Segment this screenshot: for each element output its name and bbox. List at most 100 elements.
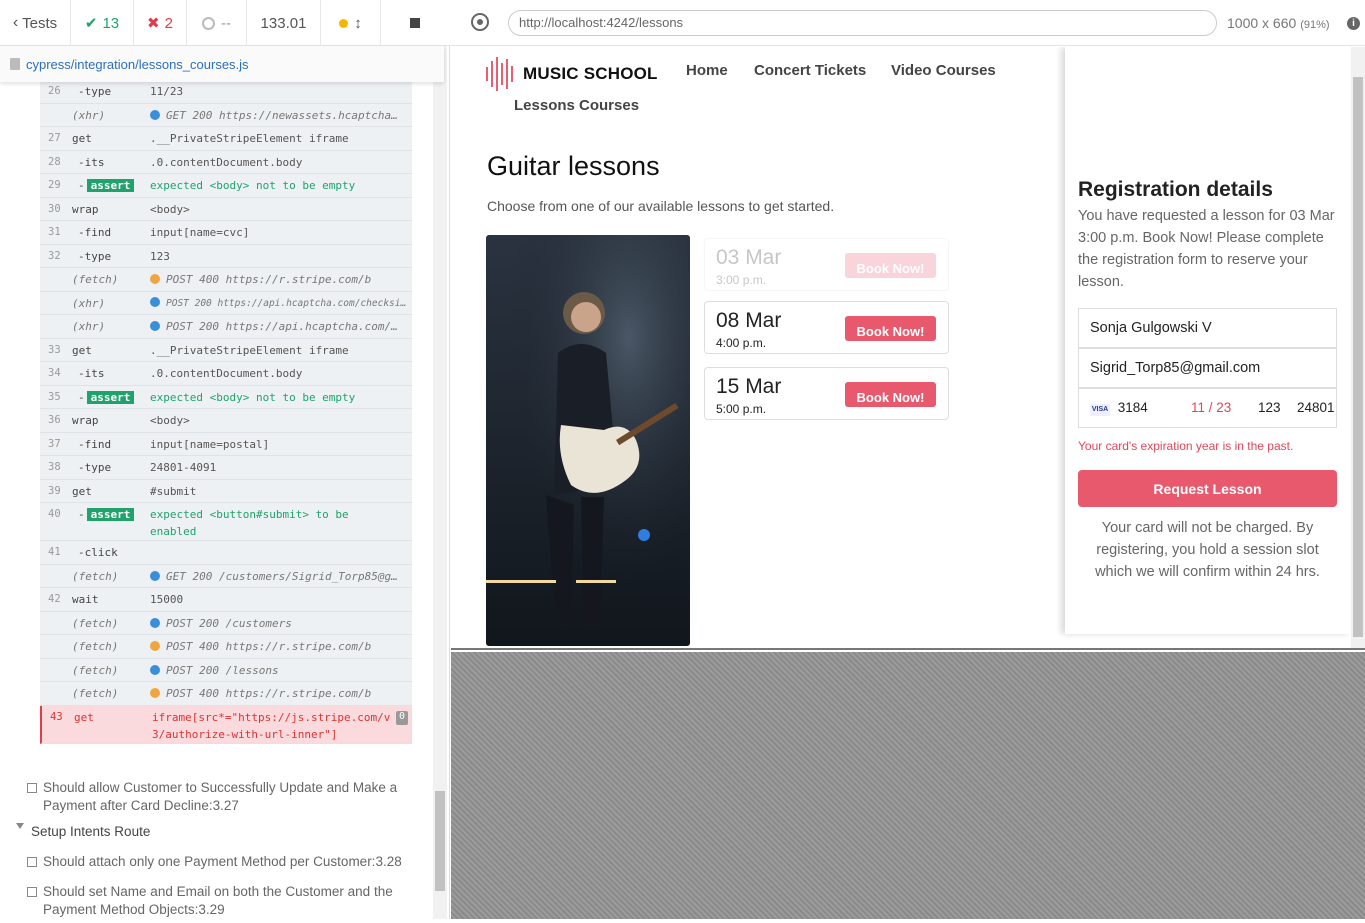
request-status-dot-icon (150, 321, 160, 331)
command-event-row[interactable]: (fetch) POST 400 https://r.stripe.com/b (40, 682, 412, 706)
request-status-dot-icon (150, 641, 160, 651)
page-subtitle: Choose from one of our available lessons… (487, 198, 835, 214)
card-number[interactable]: 3184 (1118, 400, 1148, 415)
request-status-dot-icon (150, 274, 160, 284)
command-row[interactable]: 26 -type 11/23 (40, 80, 412, 104)
book-now-button[interactable]: Book Now! (845, 382, 936, 407)
caret-down-icon (16, 823, 24, 829)
registration-title: Registration details (1078, 178, 1273, 201)
card-cvc[interactable]: 123 (1258, 389, 1281, 427)
command-event-row[interactable]: (fetch) POST 200 /customers (40, 612, 412, 635)
command-message: .__PrivateStripeElement iframe (150, 132, 349, 145)
command-message: POST 400 https://r.stripe.com/b (150, 685, 412, 702)
command-message: 24801-4091 (150, 461, 217, 474)
book-now-button[interactable]: Book Now! (845, 253, 936, 278)
viewport-dimensions: 1000 x 660 (1227, 15, 1297, 31)
url-field[interactable]: http://localhost:4242/lessons (508, 10, 1217, 36)
command-name: -its (78, 367, 105, 380)
command-name: -type (78, 461, 112, 474)
command-event-row[interactable]: (fetch) GET 200 /customers/Sigrid_Torp85@… (40, 565, 412, 588)
assert-badge: assert (86, 179, 135, 192)
card-element[interactable]: VISA 3184 11 / 23 123 24801 (1078, 388, 1337, 428)
test-item[interactable]: Should allow Customer to Successfully Up… (0, 775, 420, 819)
lesson-slot[interactable]: 03 Mar 3:00 p.m. Book Now! (704, 238, 949, 291)
name-field[interactable]: Sonja Gulgowski V (1078, 308, 1337, 348)
command-event-row[interactable]: (xhr) POST 200 https://api.hcaptcha.com/… (40, 315, 412, 339)
lesson-slot[interactable]: 08 Mar 4:00 p.m. Book Now! (704, 301, 949, 354)
command-event-row[interactable]: (xhr) POST 200 https://api.hcaptcha.com/c… (40, 292, 412, 315)
command-name: get (72, 343, 92, 357)
failed-count[interactable]: ✖ 2 (134, 0, 187, 46)
pending-count[interactable]: -- (187, 0, 247, 46)
command-name: get (74, 710, 94, 724)
command-row[interactable]: 41 -click (40, 541, 412, 565)
back-to-tests-button[interactable]: ‹ Tests (0, 0, 71, 46)
command-number: 32 (48, 249, 61, 262)
command-row[interactable]: 27 get .__PrivateStripeElement iframe (40, 127, 412, 151)
command-row[interactable]: 36 wrap <body> (40, 409, 412, 433)
request-lesson-button[interactable]: Request Lesson (1078, 470, 1337, 507)
request-status-dot-icon (150, 109, 160, 120)
info-icon[interactable]: i (1347, 17, 1360, 30)
command-row[interactable]: 31 -find input[name=cvc] (40, 221, 412, 245)
test-item[interactable]: Should attach only one Payment Method pe… (0, 849, 420, 875)
command-row[interactable]: 37 -find input[name=postal] (40, 433, 412, 456)
command-number: 38 (48, 461, 61, 473)
command-message: .0.contentDocument.body (150, 367, 303, 380)
lesson-slot[interactable]: 15 Mar 5:00 p.m. Book Now! (704, 367, 949, 420)
request-status-dot-icon (150, 570, 160, 581)
command-row[interactable]: 42 wait 15000 (40, 588, 412, 612)
spec-file-path[interactable]: cypress/integration/lessons_courses.js (0, 46, 444, 82)
command-number: 43 (50, 710, 63, 723)
email-field[interactable]: Sigrid_Torp85@gmail.com (1078, 348, 1337, 388)
command-name: wrap (72, 414, 99, 427)
scroll-arrows-icon: ↕ (354, 14, 362, 32)
test-item[interactable]: Should set Name and Email on both the Cu… (0, 879, 420, 923)
stop-button[interactable] (381, 0, 449, 46)
duration-value: 133.01 (260, 14, 307, 32)
book-now-button[interactable]: Book Now! (845, 316, 936, 341)
command-row[interactable]: 32 -type 123 (40, 245, 412, 268)
command-row-failed[interactable]: 43 get iframe[src*="https://js.stripe.com/… (40, 705, 412, 744)
command-number: 33 (48, 343, 61, 356)
command-row[interactable]: 35 - assert expected <body> not to be empty (40, 386, 412, 409)
command-row[interactable]: 29 - assert expected <body> not to be empty (40, 174, 412, 198)
app-scrollbar-thumb[interactable] (1353, 77, 1363, 637)
registration-panel: Registration details You have requested … (1065, 47, 1351, 634)
app-scrollbar[interactable] (1351, 47, 1365, 648)
command-name: get (72, 132, 92, 145)
suite-item[interactable]: Setup Intents Route (0, 819, 420, 845)
nav-lessons-courses[interactable]: Lessons Courses (514, 97, 639, 114)
command-log-scrollbar[interactable] (433, 46, 447, 919)
command-number: 35 (48, 390, 61, 403)
test-state-icon (27, 783, 37, 793)
command-row[interactable]: 34 -its .0.contentDocument.body (40, 362, 412, 386)
command-name: (fetch) (72, 273, 119, 286)
command-event-row[interactable]: (fetch) POST 200 /lessons (40, 659, 412, 682)
command-row[interactable]: 28 -its .0.contentDocument.body (40, 151, 412, 174)
card-expiry[interactable]: 11 / 23 (1191, 389, 1231, 427)
command-row[interactable]: 33 get .__PrivateStripeElement iframe (40, 339, 412, 362)
nav-video-courses[interactable]: Video Courses (891, 62, 996, 79)
command-row[interactable]: 40 - assert expected <button#submit> to be e… (40, 503, 412, 541)
command-name: -type (78, 249, 112, 263)
nav-home[interactable]: Home (686, 62, 728, 79)
command-row[interactable]: 39 get #submit (40, 480, 412, 503)
passed-count[interactable]: ✔ 13 (71, 0, 134, 46)
auto-scroll-toggle[interactable]: ↕ (321, 0, 381, 46)
selector-playground-icon[interactable] (471, 13, 489, 31)
command-message: input[name=cvc] (150, 226, 250, 239)
command-event-row[interactable]: (xhr) GET 200 https://newassets.hcaptcha… (40, 104, 412, 127)
command-name: (fetch) (72, 663, 119, 677)
command-name: - assert (72, 390, 150, 404)
command-event-row[interactable]: (fetch) POST 400 https://r.stripe.com/b (40, 268, 412, 292)
command-list: 26 -type 11/23 (xhr) GET 200 https://newasse… (40, 80, 412, 744)
nav-concert-tickets[interactable]: Concert Tickets (754, 62, 866, 79)
pending-value: -- (221, 14, 231, 32)
command-event-row[interactable]: (fetch) POST 400 https://r.stripe.com/b (40, 635, 412, 659)
command-row[interactable]: 30 wrap <body> (40, 198, 412, 221)
card-postal[interactable]: 24801 (1297, 389, 1335, 427)
site-logo[interactable]: MUSIC SCHOOL (486, 57, 658, 91)
scrollbar-thumb[interactable] (435, 791, 445, 891)
command-row[interactable]: 38 -type 24801-4091 (40, 456, 412, 480)
